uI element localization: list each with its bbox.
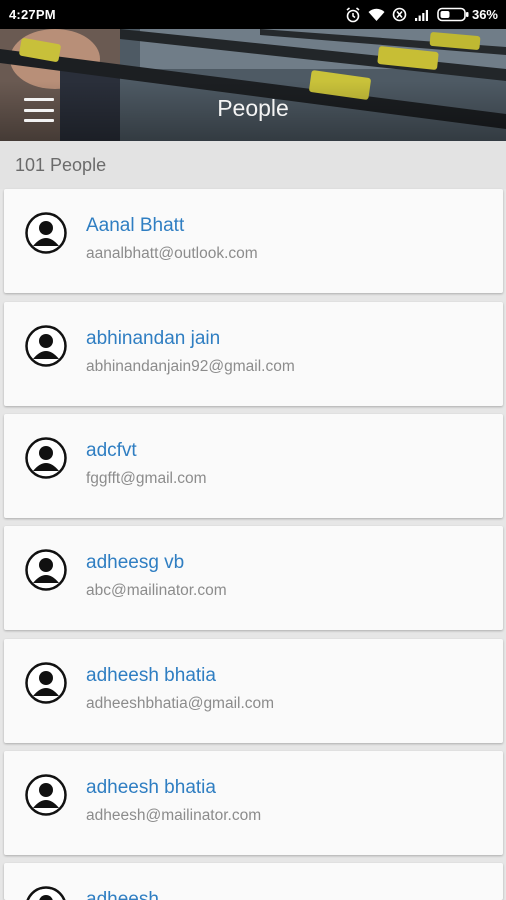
- person-card[interactable]: adcfvt fggfft@gmail.com: [4, 414, 503, 518]
- battery-indicator: 36%: [437, 7, 498, 22]
- person-card[interactable]: adheesh bhatia adheesh@mailinator.com: [4, 751, 503, 855]
- person-card[interactable]: Aanal Bhatt aanalbhatt@outlook.com: [4, 189, 503, 293]
- app-header: People: [0, 29, 506, 141]
- status-bar: 4:27PM 36%: [0, 0, 506, 29]
- person-name: abhinandan jain: [86, 328, 221, 349]
- alarm-icon: [346, 6, 360, 22]
- person-email: adheeshbhatia@gmail.com: [86, 695, 275, 712]
- people-count-bar: 101 People: [0, 141, 506, 189]
- person-card[interactable]: adheesh: [4, 863, 503, 900]
- person-name: Aanal Bhatt: [86, 215, 185, 236]
- status-icons: 36%: [345, 6, 498, 23]
- avatar-icon: [25, 325, 67, 367]
- avatar-icon: [25, 437, 67, 479]
- battery-percent: 36%: [471, 7, 498, 22]
- avatar-icon: [25, 212, 67, 254]
- battery-icon: [437, 7, 469, 22]
- person-email: abc@mailinator.com: [86, 582, 227, 599]
- person-card[interactable]: adheesh bhatia adheeshbhatia@gmail.com: [4, 639, 503, 743]
- person-email: adheesh@mailinator.com: [86, 807, 262, 824]
- wifi-icon: [368, 8, 385, 21]
- data-saver-icon: [392, 7, 407, 22]
- person-name: adheesh: [86, 889, 159, 900]
- person-card[interactable]: abhinandan jain abhinandanjain92@gmail.c…: [4, 302, 503, 406]
- signal-icon: [414, 9, 428, 21]
- person-email: fggfft@gmail.com: [86, 470, 207, 487]
- person-name: adheesh bhatia: [86, 665, 216, 686]
- person-card[interactable]: adheesg vb abc@mailinator.com: [4, 526, 503, 630]
- avatar-icon: [25, 549, 67, 591]
- person-name: adcfvt: [86, 440, 137, 461]
- avatar-icon: [25, 662, 67, 704]
- person-name: adheesh bhatia: [86, 777, 216, 798]
- page-title: People: [217, 95, 289, 121]
- status-time: 4:27PM: [9, 7, 56, 22]
- avatar-icon: [26, 886, 66, 900]
- people-count: 101 People: [15, 154, 107, 175]
- person-email: aanalbhatt@outlook.com: [86, 245, 258, 262]
- person-name: adheesg vb: [86, 552, 185, 573]
- avatar-icon: [25, 774, 67, 816]
- person-email: abhinandanjain92@gmail.com: [86, 358, 295, 375]
